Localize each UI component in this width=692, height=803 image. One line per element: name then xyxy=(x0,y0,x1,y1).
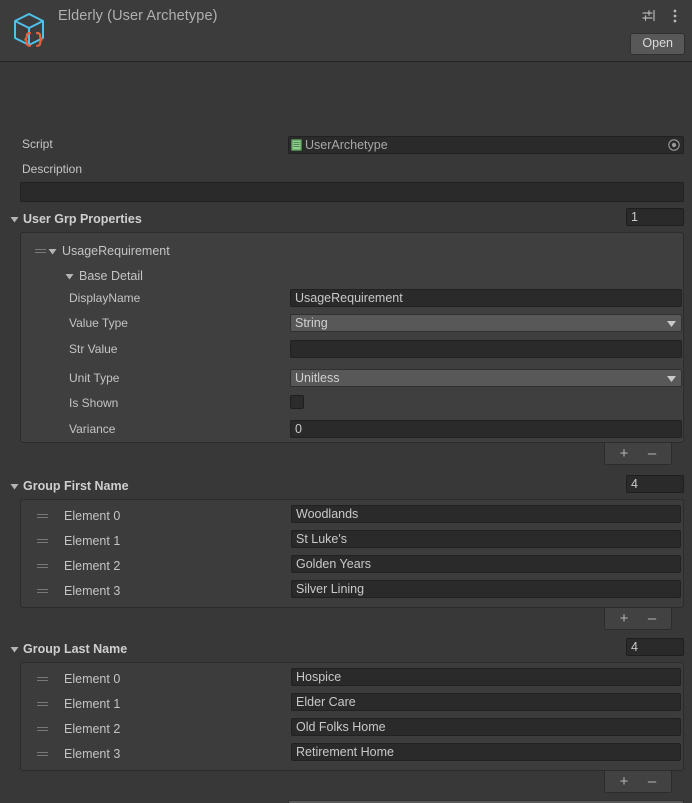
list-item[interactable]: Element 1 xyxy=(37,531,120,551)
usage-requirement-entry-header[interactable]: UsageRequirement xyxy=(35,241,170,261)
base-detail-label: Base Detail xyxy=(79,269,143,283)
user-grp-properties-size[interactable]: 1 xyxy=(626,208,684,226)
list-item[interactable]: Element 3 xyxy=(37,581,120,601)
script-label: Script xyxy=(22,137,53,151)
list-item[interactable]: Element 1 xyxy=(37,694,120,714)
chevron-down-icon xyxy=(667,316,676,330)
chevron-down-icon[interactable] xyxy=(8,480,20,492)
element-input[interactable]: Elder Care xyxy=(291,693,681,711)
group-first-name-size[interactable]: 4 xyxy=(626,475,684,493)
chevron-down-icon[interactable] xyxy=(63,270,75,282)
add-button[interactable]: + xyxy=(610,608,638,629)
element-label: Element 3 xyxy=(64,747,121,761)
chevron-down-icon xyxy=(667,371,676,385)
element-input[interactable]: Golden Years xyxy=(291,555,681,573)
list-item[interactable]: Element 0 xyxy=(37,669,120,689)
element-input[interactable]: Old Folks Home xyxy=(291,718,681,736)
group-first-name-label: Group First Name xyxy=(23,479,129,493)
element-label: Element 1 xyxy=(64,534,121,548)
element-input[interactable]: St Luke's xyxy=(291,530,681,548)
description-label: Description xyxy=(22,162,83,176)
add-button[interactable]: + xyxy=(610,443,638,464)
element-label: Element 2 xyxy=(64,559,121,573)
list-item[interactable]: Element 2 xyxy=(37,719,120,739)
drag-handle-icon[interactable] xyxy=(37,724,48,734)
script-objectfield[interactable]: UserArchetype xyxy=(288,136,684,154)
list-item[interactable]: Element 2 xyxy=(37,556,120,576)
unit-type-label: Unit Type xyxy=(69,371,120,385)
user-grp-properties-panel: UsageRequirement Base Detail DisplayName… xyxy=(20,232,684,443)
str-value-label: Str Value xyxy=(69,342,118,356)
element-input[interactable]: Woodlands xyxy=(291,505,681,523)
drag-handle-icon[interactable] xyxy=(37,536,48,546)
group-first-name-addremove: + – xyxy=(604,608,672,630)
unit-type-value: Unitless xyxy=(295,371,340,385)
user-grp-properties-label: User Grp Properties xyxy=(23,212,142,226)
user-grp-properties-addremove: + – xyxy=(604,443,672,465)
chevron-down-icon[interactable] xyxy=(46,245,58,257)
value-type-value: String xyxy=(295,316,328,330)
open-button[interactable]: Open xyxy=(630,33,685,55)
header-toolbar xyxy=(640,7,684,25)
vertical-dots-icon[interactable] xyxy=(666,7,684,25)
user-grp-properties-foldout[interactable]: User Grp Properties xyxy=(8,209,684,229)
group-last-name-addremove: + – xyxy=(604,771,672,793)
is-shown-label: Is Shown xyxy=(69,396,119,410)
unit-type-dropdown[interactable]: Unitless xyxy=(290,369,682,387)
group-last-name-label: Group Last Name xyxy=(23,642,128,656)
cs-script-icon xyxy=(291,139,302,151)
drag-handle-icon[interactable] xyxy=(37,699,48,709)
drag-handle-icon[interactable] xyxy=(37,561,48,571)
element-input[interactable]: Retirement Home xyxy=(291,743,681,761)
object-picker-icon[interactable] xyxy=(667,138,681,152)
value-type-label: Value Type xyxy=(69,316,128,330)
preset-sliders-icon[interactable] xyxy=(640,7,658,25)
group-last-name-foldout[interactable]: Group Last Name xyxy=(8,639,127,659)
add-button[interactable]: + xyxy=(610,771,638,792)
group-first-name-list: Element 0 Woodlands Element 1 St Luke's … xyxy=(20,499,684,608)
chevron-down-icon[interactable] xyxy=(8,643,20,655)
group-first-name-foldout[interactable]: Group First Name xyxy=(8,476,129,496)
base-detail-foldout[interactable]: Base Detail xyxy=(63,266,143,286)
group-last-name-list: Element 0 Hospice Element 1 Elder Care E… xyxy=(20,662,684,771)
drag-handle-icon[interactable] xyxy=(35,246,46,256)
scriptable-object-icon xyxy=(8,8,52,52)
drag-handle-icon[interactable] xyxy=(37,586,48,596)
element-input[interactable]: Silver Lining xyxy=(291,580,681,598)
list-item[interactable]: Element 0 xyxy=(37,506,120,526)
element-input[interactable]: Hospice xyxy=(291,668,681,686)
element-label: Element 3 xyxy=(64,584,121,598)
inspector-header: Elderly (User Archetype) Open xyxy=(0,0,692,62)
str-value-input[interactable] xyxy=(290,340,682,358)
list-item[interactable]: Element 3 xyxy=(37,744,120,764)
variance-input[interactable]: 0 xyxy=(290,420,682,438)
variance-label: Variance xyxy=(69,422,116,436)
remove-button[interactable]: – xyxy=(638,771,666,792)
page-title: Elderly (User Archetype) xyxy=(58,8,218,24)
description-textarea[interactable] xyxy=(20,182,684,202)
usage-requirement-name: UsageRequirement xyxy=(62,244,170,258)
display-name-input[interactable]: UsageRequirement xyxy=(290,289,682,307)
script-value: UserArchetype xyxy=(305,138,388,152)
value-type-dropdown[interactable]: String xyxy=(290,314,682,332)
remove-button[interactable]: – xyxy=(638,608,666,629)
remove-button[interactable]: – xyxy=(638,443,666,464)
element-label: Element 1 xyxy=(64,697,121,711)
element-label: Element 0 xyxy=(64,509,121,523)
display-name-label: DisplayName xyxy=(69,291,141,305)
element-label: Element 0 xyxy=(64,672,121,686)
drag-handle-icon[interactable] xyxy=(37,674,48,684)
drag-handle-icon[interactable] xyxy=(37,511,48,521)
is-shown-checkbox[interactable] xyxy=(290,395,304,409)
element-label: Element 2 xyxy=(64,722,121,736)
group-last-name-size[interactable]: 4 xyxy=(626,638,684,656)
inspector-window: Elderly (User Archetype) Open Script Use… xyxy=(0,0,692,803)
chevron-down-icon[interactable] xyxy=(8,213,20,225)
drag-handle-icon[interactable] xyxy=(37,749,48,759)
